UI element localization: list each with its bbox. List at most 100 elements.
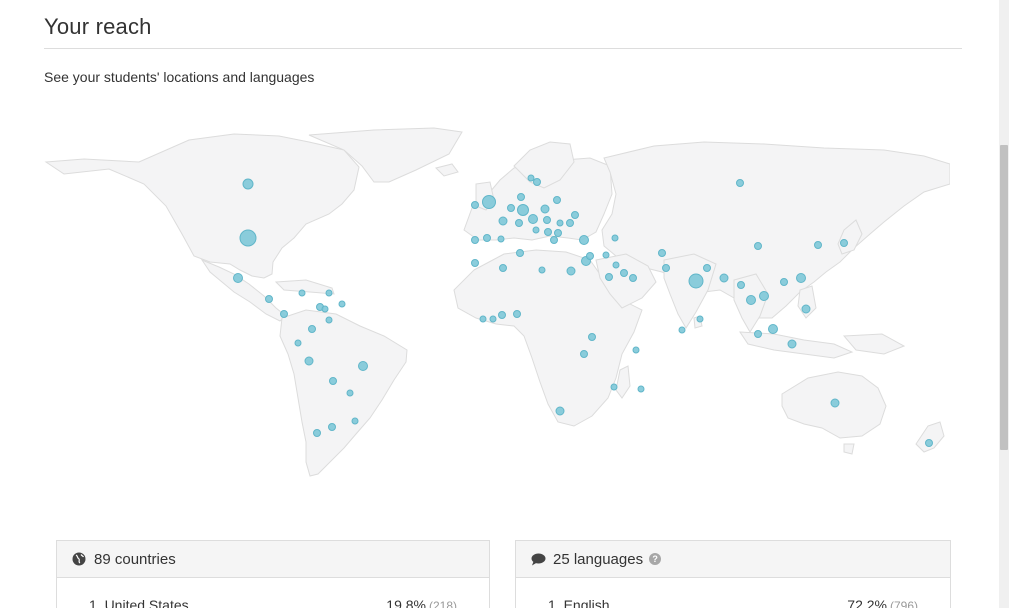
location-marker[interactable] [479,315,487,323]
location-marker[interactable] [507,204,515,212]
location-marker[interactable] [586,252,594,260]
location-marker[interactable] [768,324,778,334]
location-marker[interactable] [298,289,306,297]
languages-panel: 25 languages ? 1. English 72.2% (796) [515,540,951,608]
location-marker[interactable] [540,204,550,214]
location-marker[interactable] [632,346,640,354]
location-marker[interactable] [346,389,354,397]
location-marker[interactable] [242,178,254,190]
location-marker[interactable] [265,295,273,303]
countries-panel: 89 countries 1. United States 19.8% (218) [56,540,490,608]
location-marker[interactable] [483,234,491,242]
location-marker[interactable] [538,266,546,274]
location-marker[interactable] [754,242,762,250]
location-marker[interactable] [513,310,521,318]
location-marker[interactable] [556,219,564,227]
location-marker[interactable] [325,289,333,297]
question-icon[interactable]: ? [649,553,662,565]
location-marker[interactable] [925,439,933,447]
speech-bubble-icon [530,551,546,567]
location-marker[interactable] [840,239,848,247]
location-marker[interactable] [543,216,551,224]
location-marker[interactable] [517,204,529,216]
location-marker[interactable] [328,423,336,431]
location-marker[interactable] [658,249,666,257]
location-marker[interactable] [637,385,645,393]
location-marker[interactable] [527,174,535,182]
location-marker[interactable] [796,273,806,283]
location-marker[interactable] [579,235,589,245]
location-marker[interactable] [515,219,523,227]
location-marker[interactable] [313,429,321,437]
location-marker[interactable] [620,269,628,277]
location-marker[interactable] [571,211,579,219]
location-marker[interactable] [602,251,610,259]
world-map[interactable] [44,122,950,482]
location-marker[interactable] [482,195,496,209]
location-marker[interactable] [566,266,576,276]
location-marker[interactable] [703,264,711,272]
location-marker[interactable] [489,315,497,323]
location-marker[interactable] [308,325,316,333]
location-marker[interactable] [498,216,508,226]
location-marker[interactable] [517,193,525,201]
page-subtitle: See your students' locations and languag… [44,69,315,85]
location-marker[interactable] [588,333,596,341]
countries-count-title: 89 countries [94,550,176,568]
location-marker[interactable] [737,281,745,289]
location-marker[interactable] [612,261,620,269]
location-marker[interactable] [499,264,507,272]
location-marker[interactable] [532,226,540,234]
location-marker[interactable] [329,377,337,385]
location-marker[interactable] [280,310,288,318]
location-marker[interactable] [498,311,506,319]
location-marker[interactable] [696,315,704,323]
location-marker[interactable] [610,383,618,391]
location-marker[interactable] [830,398,840,408]
location-marker[interactable] [801,304,811,314]
location-marker[interactable] [754,330,762,338]
location-marker[interactable] [555,406,565,416]
location-marker[interactable] [233,273,243,283]
country-name: 1. United States [89,597,189,608]
location-marker[interactable] [787,339,797,349]
location-marker[interactable] [780,278,788,286]
location-marker[interactable] [294,339,302,347]
world-map-svg [44,127,950,477]
location-marker[interactable] [358,361,368,371]
location-marker[interactable] [580,350,588,358]
location-marker[interactable] [566,219,574,227]
location-marker[interactable] [544,228,552,236]
location-marker[interactable] [629,274,637,282]
location-marker[interactable] [338,300,346,308]
location-marker[interactable] [736,179,744,187]
location-marker[interactable] [746,295,756,305]
page-scrollbar[interactable] [999,0,1009,608]
location-marker[interactable] [497,235,505,243]
location-marker[interactable] [605,273,613,281]
location-marker[interactable] [528,214,538,224]
location-marker[interactable] [719,273,729,283]
location-marker[interactable] [239,229,257,247]
location-marker[interactable] [471,201,479,209]
location-marker[interactable] [516,249,524,257]
location-marker[interactable] [304,356,314,366]
location-marker[interactable] [553,196,561,204]
location-marker[interactable] [351,417,359,425]
language-stat: 72.2% (796) [847,597,918,608]
location-marker[interactable] [611,234,619,242]
location-marker[interactable] [662,264,670,272]
location-marker[interactable] [550,236,558,244]
location-marker[interactable] [471,236,479,244]
location-marker[interactable] [554,229,562,237]
scrollbar-thumb[interactable] [1000,145,1008,450]
location-marker[interactable] [678,326,686,334]
location-marker[interactable] [688,273,704,289]
map-land [44,127,950,477]
location-marker[interactable] [533,178,541,186]
location-marker[interactable] [471,259,479,267]
location-marker[interactable] [325,316,333,324]
location-marker[interactable] [759,291,769,301]
location-marker[interactable] [814,241,822,249]
location-marker[interactable] [321,305,329,313]
